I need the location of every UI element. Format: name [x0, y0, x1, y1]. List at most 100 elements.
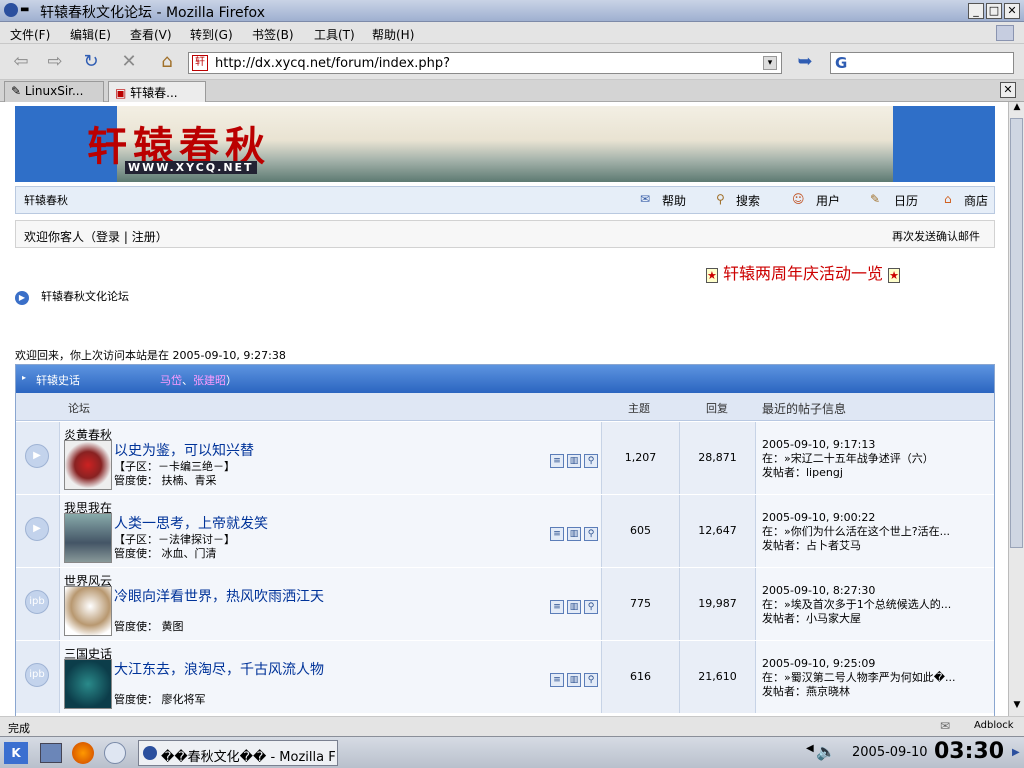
konqueror-icon[interactable] [104, 742, 126, 764]
brand-link[interactable]: 轩辕春秋 [24, 192, 68, 208]
search-forum-icon[interactable]: ⚲ [584, 600, 598, 614]
forum-description[interactable]: 人类一思考，上帝就发笑 [114, 513, 268, 533]
anniversary-announcement[interactable]: ★ 轩辕两周年庆活动一览 ★ [706, 260, 900, 284]
last-post-title[interactable]: 在：»埃及首次多于1个总统候选人的... [762, 598, 994, 612]
forum-description[interactable]: 冷眼向洋看世界，热风吹雨洒江天 [114, 586, 324, 606]
last-post-author[interactable]: 发帖者：lipengj [762, 466, 994, 480]
window-menu-icon[interactable]: ▬ [20, 4, 29, 15]
tray-expand-icon[interactable]: ▶ [1012, 747, 1020, 758]
search-box[interactable]: G [830, 52, 1014, 74]
desktop-icon[interactable] [40, 743, 62, 763]
scroll-up-icon[interactable]: ▲ [1011, 102, 1023, 116]
col-replies: 回复 [706, 402, 728, 415]
menu-bar: 文件(F) 编辑(E) 查看(V) 转到(G) 书签(B) 工具(T) 帮助(H… [0, 22, 1024, 44]
register-link[interactable]: 注册 [132, 230, 156, 244]
list-icon[interactable]: ≡ [550, 454, 564, 468]
stop-icon[interactable]: ✕ [116, 51, 142, 73]
last-post-time: 2005-09-10, 9:00:22 [762, 511, 876, 524]
last-post-author[interactable]: 发帖者：小马家大屋 [762, 612, 994, 626]
page-content: 轩辕春秋 WWW.XYCQ.NET 轩辕春秋 ✉ 帮助 ⚲ 搜索 ☺ 用户 ✎ … [0, 102, 1008, 716]
shop-icon: ⌂ [944, 192, 952, 206]
stats-icon[interactable]: ▥ [567, 673, 581, 687]
category-moderator[interactable]: 马岱 [160, 374, 182, 387]
vertical-scrollbar[interactable]: ▲ ▼ [1008, 102, 1024, 716]
tray-arrow-icon[interactable]: ◀ [806, 743, 814, 754]
menu-view[interactable]: 查看(V) [130, 26, 172, 43]
search-forum-icon[interactable]: ⚲ [584, 673, 598, 687]
url-bar[interactable]: 轩 http://dx.xycq.net/forum/index.php? ▾ [188, 52, 782, 74]
menu-edit[interactable]: 编辑(E) [70, 26, 111, 43]
nav-calendar[interactable]: 日历 [894, 192, 918, 209]
calendar-icon: ✎ [870, 192, 881, 206]
forum-description[interactable]: 大江东去，浪淘尽，千古风流人物 [114, 659, 324, 679]
adblock-label[interactable]: Adblock [974, 720, 1014, 731]
forum-avatar-eagle [64, 586, 112, 636]
forum-last-post: 2005-09-10, 9:17:13 在：»宋辽二十五年战争述评（六） 发帖者… [756, 422, 994, 494]
forward-icon[interactable]: ⇨ [42, 51, 68, 73]
forum-description[interactable]: 以史为鉴，可以知兴替 [114, 440, 254, 460]
col-forum: 论坛 [68, 402, 90, 415]
welcome-bar: 欢迎你客人（登录 | 注册） 再次发送确认邮件 [15, 220, 995, 248]
reload-icon[interactable]: ↻ [78, 51, 104, 73]
back-icon[interactable]: ⇦ [8, 51, 34, 73]
nav-search[interactable]: 搜索 [736, 192, 760, 209]
forum-row: ipb 三国史话 大江东去，浪淘尽，千古风流人物 管度使： 廖化将军 ≡ ▥ ⚲ 6… [16, 641, 994, 713]
mail-icon[interactable]: ✉ [940, 719, 950, 733]
nav-help[interactable]: 帮助 [662, 192, 686, 209]
firefox-launcher-icon[interactable] [72, 742, 94, 764]
nav-users[interactable]: 用户 [816, 192, 840, 209]
menu-file[interactable]: 文件(F) [10, 26, 50, 43]
volume-icon[interactable]: 🔈 [816, 742, 836, 761]
stats-icon[interactable]: ▥ [567, 454, 581, 468]
list-icon[interactable]: ≡ [550, 673, 564, 687]
breadcrumb-forum-link[interactable]: 轩辕春秋文化论坛 [41, 290, 129, 303]
search-engine-icon[interactable]: G [835, 54, 847, 72]
tab-linuxsir[interactable]: ✎ LinuxSir... [4, 81, 104, 102]
last-post-time: 2005-09-10, 9:17:13 [762, 438, 876, 451]
last-post-title[interactable]: 在：»你们为什么活在这个世上?活在... [762, 525, 994, 539]
stats-icon[interactable]: ▥ [567, 600, 581, 614]
last-post-author[interactable]: 发帖者：燕京晓林 [762, 685, 994, 699]
forum-moderators: 管度使： 黄图 [114, 620, 184, 633]
anniversary-link[interactable]: 轩辕两周年庆活动一览 [723, 264, 883, 283]
minimize-button[interactable]: _ [968, 3, 984, 19]
forum-replies: 21,610 [680, 641, 756, 713]
list-icon[interactable]: ≡ [550, 527, 564, 541]
home-icon[interactable]: ⌂ [154, 51, 180, 73]
category-moderator[interactable]: 张建昭 [193, 374, 226, 387]
resend-validation-link[interactable]: 再次发送确认邮件 [892, 228, 980, 244]
close-tab-icon[interactable]: ✕ [1000, 82, 1016, 98]
tab-xycq[interactable]: ▣ 轩辕春... [108, 81, 206, 102]
site-nav-strip: 轩辕春秋 ✉ 帮助 ⚲ 搜索 ☺ 用户 ✎ 日历 ⌂ 商店 [15, 186, 995, 214]
list-icon[interactable]: ≡ [550, 600, 564, 614]
forum-topics: 775 [602, 568, 680, 640]
login-link[interactable]: 登录 [96, 230, 120, 244]
menu-go[interactable]: 转到(G) [190, 26, 233, 43]
menu-bookmarks[interactable]: 书签(B) [252, 26, 294, 43]
stats-icon[interactable]: ▥ [567, 527, 581, 541]
window-title: 轩辕春秋文化论坛 - Mozilla Firefox [40, 5, 265, 21]
menu-help[interactable]: 帮助(H) [372, 26, 414, 43]
search-forum-icon[interactable]: ⚲ [584, 527, 598, 541]
go-icon[interactable]: ➥ [792, 51, 818, 73]
search-forum-icon[interactable]: ⚲ [584, 454, 598, 468]
welcome-close: ） [155, 230, 168, 244]
scroll-thumb[interactable] [1010, 118, 1023, 548]
menu-tools[interactable]: 工具(T) [314, 26, 355, 43]
taskbar-clock: 03:30 [934, 739, 1005, 764]
last-post-title[interactable]: 在：»蜀汉第二号人物李严为何如此�... [762, 671, 994, 685]
category-name[interactable]: 轩辕史话 [36, 372, 80, 388]
close-window-button[interactable]: ✕ [1004, 3, 1020, 19]
url-dropdown-icon[interactable]: ▾ [763, 56, 777, 70]
last-post-title[interactable]: 在：»宋辽二十五年战争述评（六） [762, 452, 994, 466]
nav-shop[interactable]: 商店 [964, 192, 988, 209]
banner-url: WWW.XYCQ.NET [125, 161, 257, 174]
collapse-arrow-icon[interactable]: ▸ [22, 373, 26, 382]
forum-replies: 12,647 [680, 495, 756, 567]
taskbar-window-button[interactable]: ��春秋文化�� - Mozilla Fir [138, 740, 338, 766]
maximize-button[interactable]: □ [986, 3, 1002, 19]
forum-avatar-thinker [64, 513, 112, 563]
scroll-down-icon[interactable]: ▼ [1011, 700, 1023, 714]
last-post-author[interactable]: 发帖者：占卜者艾马 [762, 539, 994, 553]
kde-menu-icon[interactable]: K [4, 742, 28, 764]
